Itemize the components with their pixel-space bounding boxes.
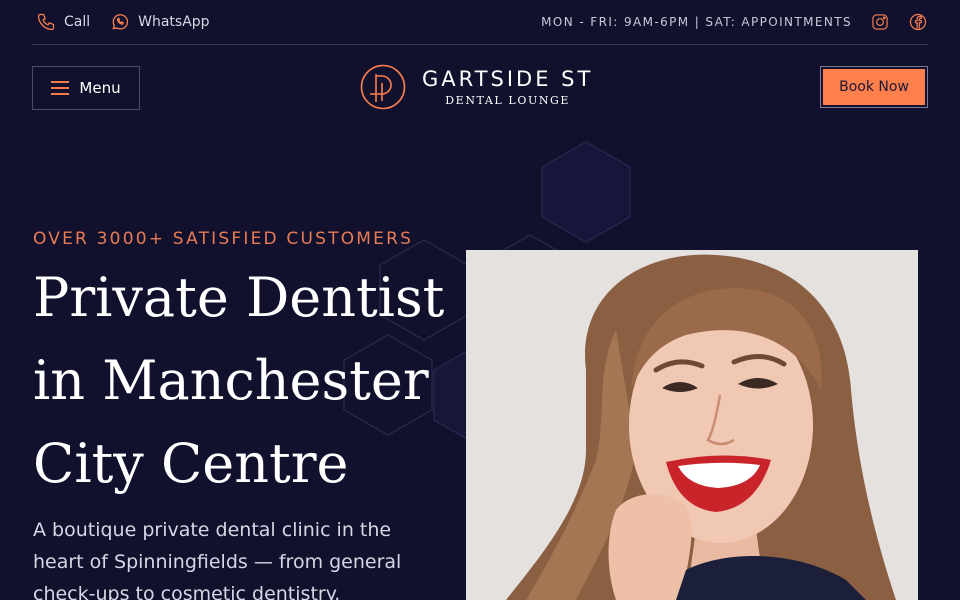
book-now-frame: Book Now bbox=[820, 66, 928, 108]
phone-icon bbox=[37, 13, 55, 31]
opening-hours: MON - FRI: 9AM-6PM | SAT: APPOINTMENTS bbox=[541, 15, 852, 29]
headline-line-3: City Centre bbox=[33, 432, 349, 495]
hero-description: A boutique private dental clinic in the … bbox=[33, 519, 402, 600]
logo-subtitle: DENTAL LOUNGE bbox=[445, 94, 571, 107]
whatsapp-link[interactable]: WhatsApp bbox=[110, 12, 210, 32]
hero-eyebrow: OVER 3000+ SATISFIED CUSTOMERS bbox=[33, 229, 414, 249]
main-nav: Menu GARTSIDE ST DENTAL LOUNGE Book Now bbox=[32, 64, 928, 110]
hero-headline: Private Dentist in Manchester City Centr… bbox=[33, 256, 453, 505]
menu-label: Menu bbox=[79, 79, 121, 97]
hamburger-icon bbox=[51, 81, 70, 95]
call-link[interactable]: Call bbox=[36, 12, 90, 32]
instagram-icon bbox=[872, 14, 888, 30]
logo-monogram-icon bbox=[360, 64, 406, 110]
headline-line-1: Private Dentist bbox=[33, 266, 445, 329]
menu-button[interactable]: Menu bbox=[32, 66, 140, 110]
call-label: Call bbox=[64, 14, 91, 30]
headline-line-2: in Manchester bbox=[33, 349, 429, 412]
hero-photo bbox=[466, 250, 918, 600]
book-now-button[interactable]: Book Now bbox=[823, 69, 925, 105]
facebook-icon bbox=[909, 13, 927, 31]
whatsapp-label: WhatsApp bbox=[138, 14, 210, 30]
whatsapp-icon bbox=[112, 14, 129, 30]
instagram-link[interactable] bbox=[870, 12, 890, 32]
logo-name: GARTSIDE ST bbox=[422, 67, 594, 91]
facebook-link[interactable] bbox=[908, 12, 928, 32]
top-utility-bar: Call WhatsApp MON - FRI: 9AM-6PM | SAT: … bbox=[32, 0, 928, 45]
contact-links: Call WhatsApp bbox=[32, 12, 210, 32]
topbar-right: MON - FRI: 9AM-6PM | SAT: APPOINTMENTS bbox=[541, 12, 928, 32]
site-logo[interactable]: GARTSIDE ST DENTAL LOUNGE bbox=[360, 64, 593, 110]
